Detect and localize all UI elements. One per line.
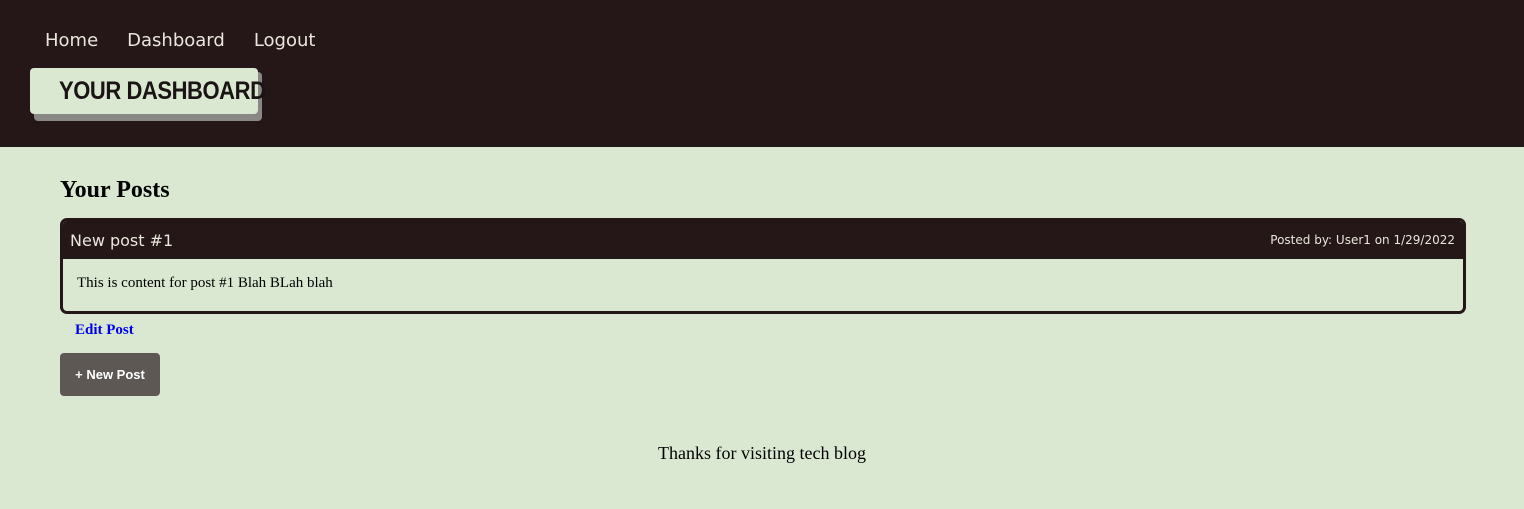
nav-link-logout[interactable]: Logout: [254, 29, 316, 53]
section-title: Your Posts: [60, 177, 170, 203]
site-header: Home Dashboard Logout Your Dashboard: [0, 0, 1524, 147]
nav-link-dashboard[interactable]: Dashboard: [127, 29, 225, 53]
new-post-button[interactable]: + New Post: [60, 353, 160, 396]
post-header: New post #1 Posted by: User1 on 1/29/202…: [63, 221, 1463, 259]
nav-link-home[interactable]: Home: [45, 29, 98, 53]
title-badge: Your Dashboard: [30, 68, 266, 114]
post-content: This is content for post #1 Blah BLah bl…: [77, 275, 333, 291]
post-title: New post #1: [70, 230, 174, 250]
site-footer: Thanks for visiting tech blog: [658, 443, 866, 463]
page-title: Your Dashboard: [59, 76, 266, 105]
main-nav: Home Dashboard Logout: [45, 29, 315, 53]
post-card: New post #1 Posted by: User1 on 1/29/202…: [60, 218, 1466, 314]
edit-post-link[interactable]: Edit Post: [75, 320, 134, 340]
post-meta: Posted by: User1 on 1/29/2022: [1270, 233, 1455, 247]
